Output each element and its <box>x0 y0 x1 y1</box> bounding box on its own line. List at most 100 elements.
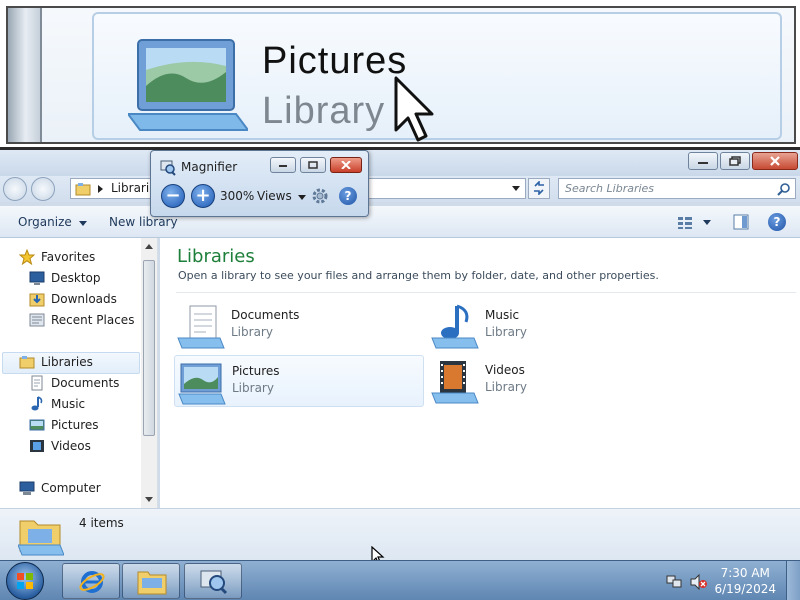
window-titlebar[interactable] <box>0 150 800 176</box>
restore-icon <box>729 156 741 166</box>
start-button[interactable] <box>6 562 44 600</box>
forward-button[interactable] <box>31 177 55 201</box>
search-placeholder: Search Libraries <box>565 182 655 195</box>
back-button[interactable] <box>3 177 27 201</box>
minimize-button[interactable] <box>688 152 718 170</box>
magnifier-help-icon[interactable]: ? <box>339 187 357 205</box>
views-dropdown[interactable]: Views <box>257 189 306 203</box>
nav-item-desktop[interactable]: Desktop <box>29 268 101 288</box>
taskbar-magnifier[interactable] <box>184 563 242 599</box>
nav-item-documents[interactable]: Documents <box>29 373 119 393</box>
lens-subtitle: Library <box>262 90 386 132</box>
magnifier-close-button[interactable] <box>330 157 362 173</box>
window-controls <box>688 152 798 170</box>
nav-item-downloads[interactable]: Downloads <box>29 289 117 309</box>
page-description: Open a library to see your files and arr… <box>178 269 659 282</box>
magnifier-restore-button[interactable] <box>300 157 326 173</box>
nav-scrollbar[interactable] <box>141 238 157 508</box>
taskbar-internet-explorer[interactable] <box>62 563 120 599</box>
pictures-library-icon <box>128 39 248 131</box>
close-button[interactable] <box>752 152 798 170</box>
music-icon <box>31 396 43 411</box>
dropdown-arrow-icon <box>78 221 87 226</box>
scroll-down-arrow-icon[interactable] <box>145 497 153 502</box>
tile-type: Library <box>232 381 274 395</box>
scroll-thumb[interactable] <box>143 260 155 436</box>
nav-item-libraries[interactable]: Libraries <box>19 352 93 372</box>
computer-icon <box>19 481 35 495</box>
nav-item-pictures[interactable]: Pictures <box>29 415 99 435</box>
nav-label-desktop: Desktop <box>51 271 101 285</box>
network-icon[interactable] <box>666 574 682 590</box>
help-icon[interactable]: ? <box>768 213 786 231</box>
nav-label-music: Music <box>51 397 86 411</box>
views-label: Views <box>257 189 292 203</box>
clock-time: 7:30 AM <box>720 566 770 580</box>
taskbar: 7:30 AM 6/19/2024 <box>0 560 800 600</box>
nav-item-videos[interactable]: Videos <box>29 436 91 456</box>
tile-name: Videos <box>485 363 525 377</box>
content-pane: Libraries Open a library to see your fil… <box>160 238 800 508</box>
details-pane: 4 items <box>0 508 800 560</box>
pictures-icon <box>29 419 45 431</box>
navigation-pane: Favorites Desktop Downloads Recent Place… <box>0 238 158 508</box>
downloads-icon <box>29 293 45 307</box>
preview-pane-icon[interactable] <box>733 214 749 230</box>
tile-type: Library <box>231 325 273 339</box>
lens-nav-edge <box>8 8 42 142</box>
desktop-icon <box>29 271 45 285</box>
tile-type: Library <box>485 325 527 339</box>
scroll-up-arrow-icon[interactable] <box>145 244 153 249</box>
minimize-icon <box>279 165 287 167</box>
chevron-down-icon[interactable] <box>511 185 521 192</box>
nav-item-music[interactable]: Music <box>29 394 85 414</box>
organize-button[interactable]: Organize <box>18 215 87 229</box>
show-desktop-button[interactable] <box>786 561 800 600</box>
magnifier-title: Magnifier <box>181 160 238 174</box>
library-tile-videos[interactable]: Videos Library <box>428 355 678 407</box>
tile-type: Library <box>485 380 527 394</box>
tile-name: Pictures <box>232 364 280 378</box>
restore-icon <box>308 161 318 169</box>
system-clock[interactable]: 7:30 AM 6/19/2024 <box>714 565 776 597</box>
more-options-arrow-icon[interactable] <box>703 220 711 225</box>
nav-item-computer[interactable]: Computer <box>19 478 101 498</box>
search-input[interactable]: Search Libraries <box>558 178 796 199</box>
gear-icon[interactable] <box>311 187 329 205</box>
library-tile-pictures[interactable]: Pictures Library <box>174 355 424 407</box>
volume-muted-icon[interactable] <box>690 574 708 590</box>
clock-date: 6/19/2024 <box>714 582 776 596</box>
nav-item-recent-places[interactable]: Recent Places <box>29 310 134 330</box>
magnifier-minimize-button[interactable] <box>270 157 296 173</box>
videos-icon <box>30 440 44 452</box>
command-bar: Organize New library ? <box>0 206 800 238</box>
internet-explorer-icon <box>79 571 105 593</box>
libraries-icon <box>19 356 35 369</box>
zoom-in-button[interactable]: + <box>191 184 215 208</box>
close-icon <box>770 156 780 166</box>
nav-label-downloads: Downloads <box>51 292 117 306</box>
close-icon <box>341 161 351 169</box>
music-library-icon <box>431 304 479 349</box>
change-view-icon[interactable] <box>677 216 693 230</box>
organize-label: Organize <box>18 215 72 229</box>
lens-selected-tile: Pictures Library <box>92 12 782 142</box>
refresh-button[interactable] <box>528 178 550 199</box>
star-icon <box>19 249 35 265</box>
nav-label-libraries: Libraries <box>41 355 93 369</box>
nav-label-computer: Computer <box>41 481 101 495</box>
zoom-out-button[interactable]: − <box>161 184 185 208</box>
magnifier-window[interactable]: Magnifier − + 300% Views ? <box>150 150 369 217</box>
library-tile-music[interactable]: Music Library <box>428 300 678 352</box>
nav-item-favorites[interactable]: Favorites <box>19 247 95 267</box>
library-tile-documents[interactable]: Documents Library <box>174 300 424 352</box>
restore-button[interactable] <box>720 152 750 170</box>
taskbar-windows-explorer[interactable] <box>122 563 180 599</box>
lens-title: Pictures <box>262 40 408 82</box>
tile-name: Music <box>485 308 520 322</box>
magnifier-app-icon <box>160 160 176 176</box>
new-library-button[interactable]: New library <box>109 215 178 229</box>
nav-label-favorites: Favorites <box>41 250 96 264</box>
page-title: Libraries <box>177 246 255 267</box>
refresh-icon <box>534 181 544 195</box>
